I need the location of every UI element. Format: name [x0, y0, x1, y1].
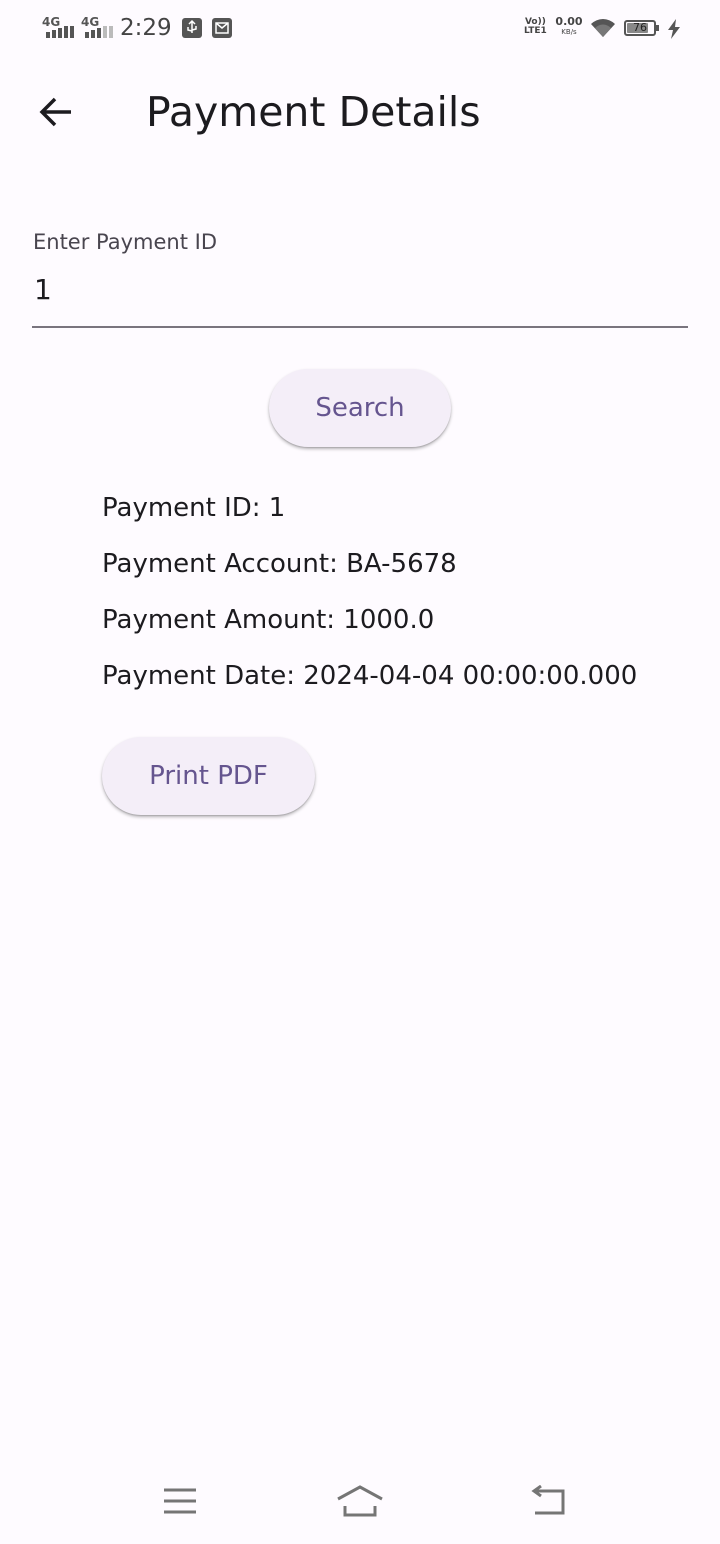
usb-debug-icon	[182, 18, 202, 38]
menu-icon	[164, 1488, 196, 1514]
battery-icon: 76	[624, 20, 656, 36]
volte-bottom-label: LTE1	[524, 26, 547, 36]
payment-account-text: Payment Account: BA-5678	[102, 549, 457, 579]
back-button[interactable]	[26, 86, 86, 138]
payment-details: Payment ID: 1 Payment Account: BA-5678 P…	[102, 488, 702, 712]
wifi-icon	[591, 19, 615, 37]
battery-level: 76	[633, 21, 647, 34]
signal-strength-sim2: 4G	[81, 16, 115, 40]
signal-strength-sim1: 4G	[42, 16, 76, 40]
arrow-back-icon	[39, 97, 71, 127]
signal-bars-icon	[46, 26, 74, 38]
nav-menu-button[interactable]	[150, 1476, 210, 1526]
mail-notification-icon	[212, 18, 232, 38]
network-speed-unit: KB/s	[561, 28, 577, 36]
battery-tip	[656, 25, 659, 31]
status-bar: 4G 4G 2:29 Vo)) LTE1 0.00 KB/s 76	[0, 0, 720, 58]
page-title: Payment Details	[146, 88, 481, 136]
payment-amount-text: Payment Amount: 1000.0	[102, 605, 435, 635]
payment-date-text: Payment Date: 2024-04-04 00:00:00.000	[102, 661, 638, 691]
nav-back-button[interactable]	[518, 1476, 578, 1526]
signal-bars-icon	[85, 26, 113, 38]
charging-bolt-icon	[668, 19, 680, 39]
print-pdf-button[interactable]: Print PDF	[102, 737, 315, 815]
status-time: 2:29	[120, 15, 172, 41]
app-bar: Payment Details	[0, 58, 720, 166]
home-icon	[337, 1485, 383, 1517]
back-icon	[531, 1485, 565, 1515]
network-speed: 0.00 KB/s	[555, 15, 583, 37]
search-button[interactable]: Search	[269, 369, 451, 447]
network-speed-value: 0.00	[555, 15, 583, 28]
nav-home-button[interactable]	[330, 1476, 390, 1526]
payment-id-input[interactable]	[32, 264, 688, 314]
payment-id-text: Payment ID: 1	[102, 493, 286, 523]
volte-indicator: Vo)) LTE1	[524, 18, 547, 36]
payment-id-label: Enter Payment ID	[33, 230, 218, 254]
system-nav-bar	[0, 1460, 720, 1544]
field-underline	[32, 326, 688, 328]
payment-id-field: Enter Payment ID	[32, 224, 688, 328]
